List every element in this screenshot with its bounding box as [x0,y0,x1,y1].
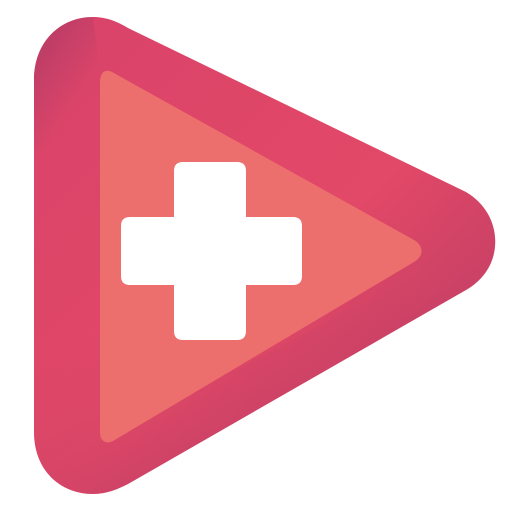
app-icon-canvas [0,0,512,512]
play-plus-icon [34,17,496,494]
